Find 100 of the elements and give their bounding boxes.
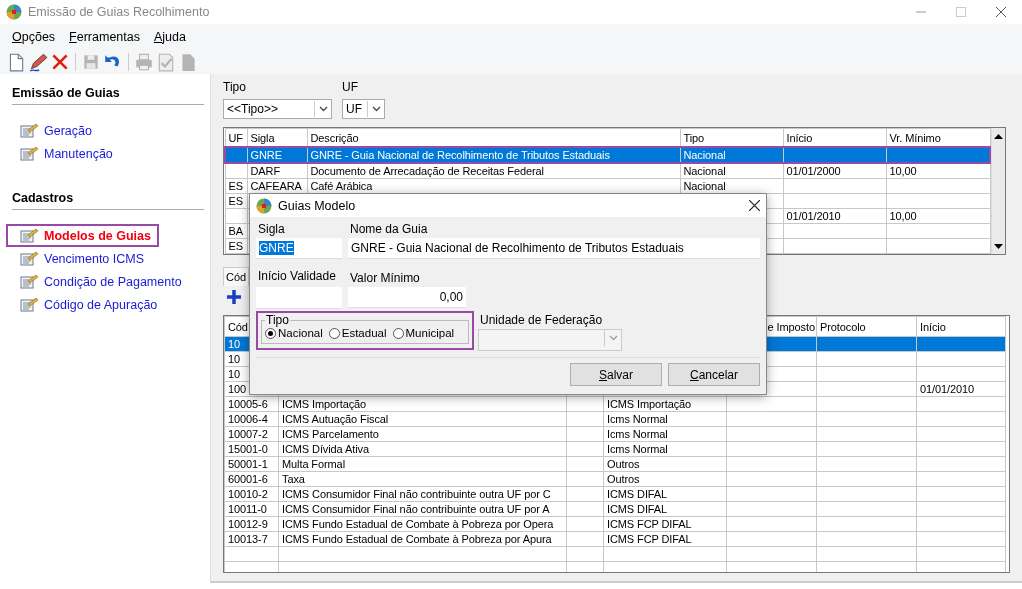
table-row[interactable]: DARF Documento de Arrecadação de Receitas Federal Nacional 01/01/2000 10,00 [225, 163, 990, 179]
table-cell: 10,00 [889, 165, 917, 177]
table-cell: Icms Normal [607, 428, 668, 440]
filter-label: Tipo [223, 80, 247, 94]
add-icon[interactable] [227, 290, 241, 304]
table-cell: 10005-6 [228, 398, 268, 410]
sidebar-link[interactable]: Manutenção [6, 142, 121, 165]
sidebar-link[interactable]: Geração [6, 119, 100, 142]
table-cell: Taxa [282, 473, 305, 485]
scroll-down-icon[interactable] [994, 243, 1003, 250]
table-cell: 10,00 [889, 210, 917, 222]
table-cell: Nacional [683, 180, 726, 192]
table-row[interactable]: 50001-1 Multa Formal Outros [224, 456, 1006, 472]
table-cell: Outros [607, 473, 640, 485]
column-header[interactable]: Início [920, 320, 946, 333]
tab[interactable]: Cód [223, 267, 250, 286]
table-cell: Outros [607, 458, 640, 470]
table-row[interactable]: 60001-6 Taxa Outros [224, 471, 1006, 487]
radio-label[interactable]: Estadual [341, 327, 387, 339]
table-cell: GNRE [250, 149, 282, 161]
table-cell: 10013-7 [228, 533, 268, 545]
table-row[interactable]: 10012-9 ICMS Fundo Estadual de Combate à Pobreza por Opera ICMS FCP DIFAL [224, 516, 1006, 532]
table-cell: ICMS FCP DIFAL [607, 518, 692, 530]
table-cell: CAFEARA [250, 180, 302, 192]
filter-dropdown[interactable]: UF [342, 99, 385, 119]
dialog-logo-icon [256, 197, 272, 214]
table-row[interactable]: 10013-7 ICMS Fundo Estadual de Combate à Pobreza por Apura ICMS FCP DIFAL [224, 531, 1006, 547]
sidebar-link[interactable]: Modelos de Guias [6, 224, 159, 247]
dialog-button[interactable]: Cancelar [668, 363, 760, 386]
delete-icon[interactable] [50, 52, 70, 72]
document-pen-icon [20, 274, 38, 289]
table-row[interactable]: 15001-0 ICMS Dívida Ativa Icms Normal [224, 441, 1006, 457]
table-row[interactable]: 10010-2 ICMS Consumidor Final não contribuinte outra UF por C ICMS DIFAL [224, 486, 1006, 502]
field-label: Unidade de Federação [480, 313, 604, 327]
menu-item[interactable]: Ferramentas [69, 30, 140, 44]
table-cell: ICMS DIFAL [607, 488, 668, 500]
radio-button[interactable] [328, 327, 340, 339]
table-cell: 01/01/2010 [786, 210, 841, 222]
radio-button[interactable] [265, 327, 276, 339]
radio-label[interactable]: Nacional [278, 327, 323, 339]
table-cell: Icms Normal [607, 413, 668, 425]
table-cell: Nacional [683, 165, 726, 177]
input-field[interactable]: GNRE - Guia Nacional de Recolhimento de Tributos Estaduais [348, 238, 760, 259]
dialog-button[interactable]: Salvar [570, 363, 662, 386]
filter-dropdown[interactable]: <<Tipo>> [223, 99, 332, 119]
table-cell: ICMS Importação [607, 398, 692, 410]
radio-button[interactable] [392, 327, 404, 339]
sidebar-link[interactable]: Condição de Pagamento [6, 270, 190, 293]
close-icon[interactable] [996, 7, 1006, 17]
close-icon[interactable] [749, 200, 760, 211]
scroll-up-icon[interactable] [994, 132, 1003, 139]
table-row[interactable]: 10007-2 ICMS Parcelamento Icms Normal [224, 426, 1006, 442]
window-title: Emissão de Guias Recolhimento [28, 5, 211, 19]
menu-item[interactable]: Opções [12, 30, 56, 44]
section-heading: Emissão de Guias [12, 86, 204, 105]
filter-label: UF [342, 80, 359, 94]
table-cell: ICMS Consumidor Final não contribuinte outra UF por A [282, 503, 550, 515]
table-cell: ICMS Fundo Estadual de Combate à Pobreza por Opera [282, 518, 554, 530]
table-cell: ICMS DIFAL [607, 503, 668, 515]
table-row[interactable]: GNRE GNRE - Guia Nacional de Recolhimento de Tributos Estaduais Nacional [225, 147, 990, 163]
table-row[interactable]: 10006-4 ICMS Autuação Fiscal Icms Normal [224, 411, 1006, 427]
document-pen-icon [20, 123, 38, 138]
table-cell: 60001-6 [228, 473, 268, 485]
table-cell: ICMS FCP DIFAL [607, 533, 692, 545]
app-logo-icon [6, 4, 22, 20]
document-pen-icon [20, 146, 38, 161]
table-cell: 10 [228, 353, 241, 365]
table-cell: 50001-1 [228, 458, 268, 470]
input-field[interactable]: GNRE [256, 238, 342, 259]
input-field[interactable] [256, 287, 342, 309]
table-cell: DARF [250, 165, 281, 177]
table-cell: Café Arábica [310, 180, 373, 192]
table-cell: Icms Normal [607, 443, 668, 455]
table-cell: 10 [228, 338, 241, 350]
table-cell: ICMS Autuação Fiscal [282, 413, 389, 425]
table-cell: ICMS Parcelamento [282, 428, 379, 440]
table-cell: ES [228, 195, 243, 207]
pencil-icon[interactable] [28, 52, 48, 72]
scrollbar[interactable] [991, 128, 1005, 254]
radio-label[interactable]: Municipal [405, 327, 455, 339]
table-cell: ICMS Dívida Ativa [282, 443, 369, 455]
table-row[interactable]: 10011-0 ICMS Consumidor Final não contribuinte outra UF por A ICMS DIFAL [224, 501, 1006, 517]
document-pen-icon [20, 228, 38, 243]
table-cell: ICMS Importação [282, 398, 367, 410]
sidebar-link[interactable]: Vencimento ICMS [6, 247, 153, 270]
document-pen-icon [20, 297, 38, 312]
table-cell: ES [228, 180, 243, 192]
field-label: Valor Mínimo [350, 271, 421, 285]
table-cell: 10010-2 [228, 488, 268, 500]
document-pen-icon [20, 251, 38, 266]
table-cell: Nacional [683, 149, 726, 161]
table-cell: 10012-9 [228, 518, 268, 530]
table-row[interactable]: 10005-6 ICMS Importação ICMS Importação [224, 396, 1006, 412]
table-cell: 15001-0 [228, 443, 268, 455]
menu-item[interactable]: Ajuda [153, 30, 186, 44]
table-cell: 01/01/2010 [920, 383, 975, 395]
input-field[interactable]: 0,00 [348, 287, 466, 308]
table-cell: Documento de Arrecadação de Receitas Federal [310, 165, 544, 177]
table-cell: 10011-0 [228, 503, 267, 515]
sidebar-link[interactable]: Código de Apuração [6, 293, 166, 316]
